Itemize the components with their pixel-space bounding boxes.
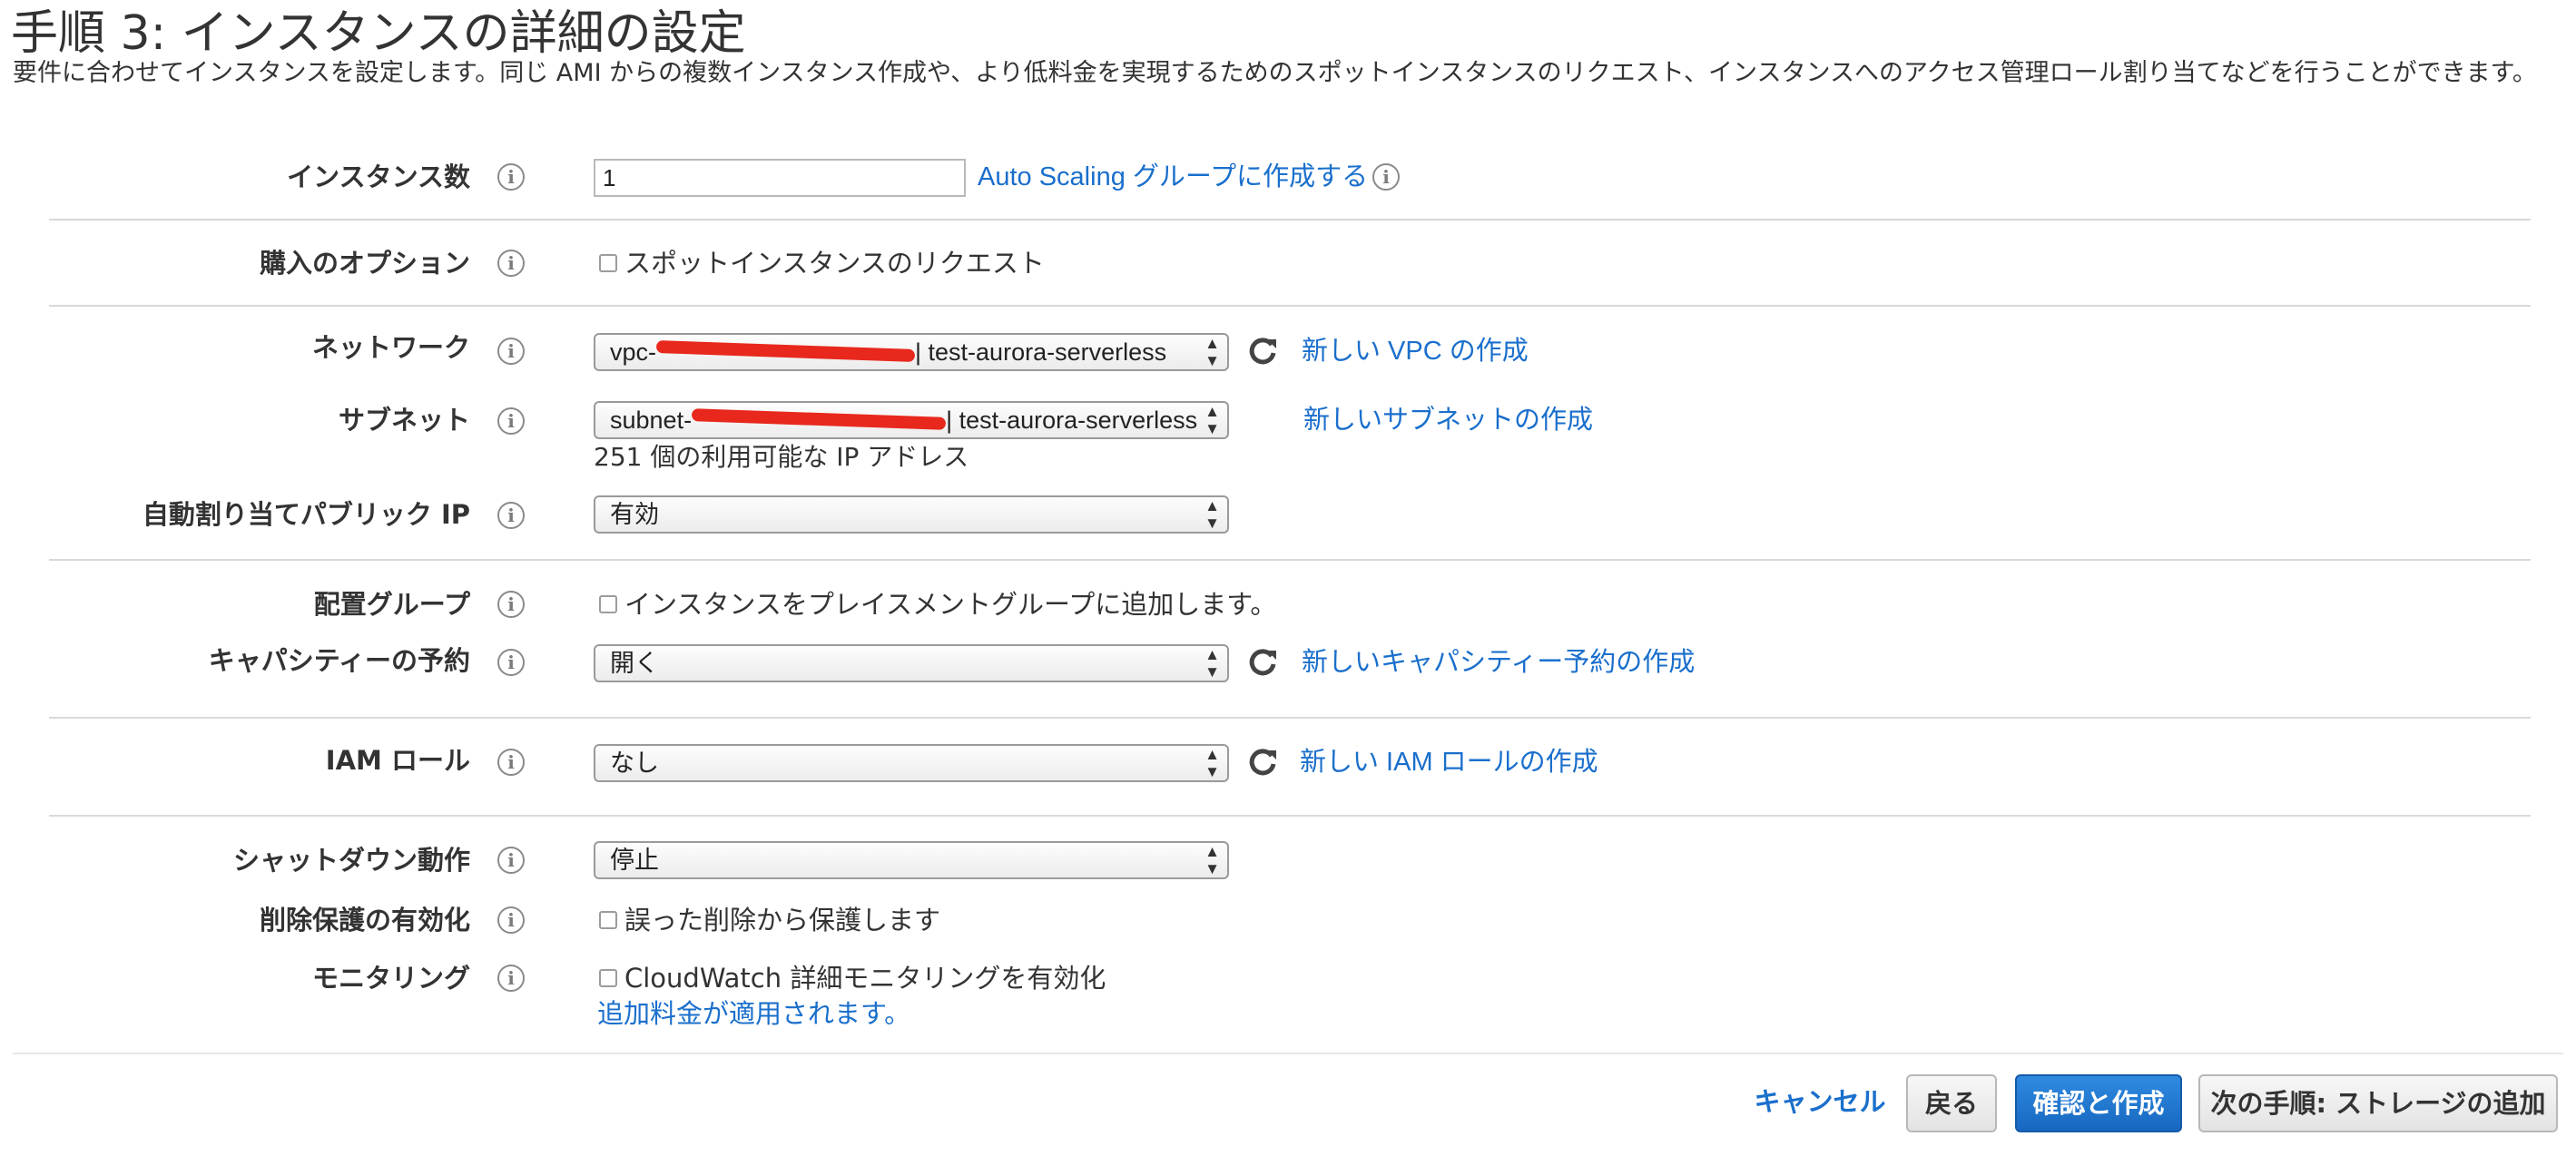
monitoring-checkbox[interactable] [599, 969, 617, 987]
subnet-select-suffix: | test-aurora-serverless [946, 407, 1198, 434]
select-arrows-icon: ▲ ▼ [1204, 403, 1220, 437]
next-add-storage-button[interactable]: 次の手順: ストレージの追加 [2198, 1074, 2558, 1132]
info-icon[interactable]: i [1372, 163, 1400, 191]
network-select-suffix: | test-aurora-serverless [915, 338, 1167, 366]
subnet-label: サブネット [338, 405, 470, 436]
select-arrows-icon: ▲ ▼ [1204, 497, 1220, 532]
divider [49, 219, 2531, 220]
create-capacity-reservation-link[interactable]: 新しいキャパシティー予約の作成 [1302, 635, 1695, 690]
select-arrows-icon: ▲ ▼ [1204, 646, 1220, 681]
available-ips-text: 251 個の利用可能な IP アドレス [594, 442, 969, 472]
row-placement-group: 配置グループ i インスタンスをプレイスメントグループに追加します。 [0, 577, 2576, 632]
placement-group-checkbox-label[interactable]: インスタンスをプレイスメントグループに追加します。 [624, 577, 1276, 632]
create-iam-role-link[interactable]: 新しい IAM ロールの作成 [1300, 735, 1598, 789]
row-purchase-option: 購入のオプション i スポットインスタンスのリクエスト [0, 236, 2576, 290]
select-arrows-icon: ▲ ▼ [1204, 843, 1220, 877]
create-vpc-link[interactable]: 新しい VPC の作成 [1302, 324, 1529, 378]
termination-protection-checkbox-label[interactable]: 誤った削除から保護します [624, 893, 940, 947]
iam-role-label: IAM ロール [325, 745, 470, 776]
info-icon[interactable]: i [497, 649, 525, 676]
back-button[interactable]: 戻る [1906, 1074, 1997, 1132]
shutdown-behavior-select-value: 停止 [610, 847, 659, 874]
info-icon[interactable]: i [497, 502, 525, 529]
monitoring-label: モニタリング [311, 963, 470, 994]
public-ip-select-value: 有効 [610, 501, 659, 528]
refresh-icon[interactable] [1247, 336, 1278, 367]
instance-count-label: インスタンス数 [287, 162, 470, 192]
capacity-reservation-label: キャパシティーの予約 [208, 645, 470, 676]
purchase-option-label: 購入のオプション [259, 248, 470, 279]
row-monitoring: モニタリング i CloudWatch 詳細モニタリングを有効化 追加料金が適用… [0, 951, 2576, 1033]
public-ip-select[interactable]: 有効 ▲ ▼ [594, 495, 1229, 534]
select-arrows-icon: ▲ ▼ [1204, 746, 1220, 780]
redaction-mark [691, 407, 947, 430]
capacity-reservation-select[interactable]: 開く ▲ ▼ [594, 644, 1229, 682]
row-network: ネットワーク i vpc- | test-aurora-serverless ▲ ▼… [0, 324, 2576, 378]
info-icon[interactable]: i [497, 407, 525, 435]
info-icon[interactable]: i [497, 847, 525, 874]
iam-role-select[interactable]: なし ▲ ▼ [594, 744, 1229, 782]
divider [49, 717, 2531, 719]
info-icon[interactable]: i [497, 749, 525, 776]
subnet-select-prefix: subnet- [610, 407, 693, 434]
refresh-icon[interactable] [1247, 647, 1278, 678]
subnet-select[interactable]: subnet- | test-aurora-serverless ▲ ▼ [594, 401, 1229, 439]
termination-protection-checkbox[interactable] [599, 911, 617, 929]
page-description: 要件に合わせてインスタンスを設定します。同じ AMI からの複数インスタンス作成… [13, 59, 2537, 87]
row-instance-count: インスタンス数 i Auto Scaling グループに作成する i [0, 150, 2576, 204]
info-icon[interactable]: i [497, 965, 525, 992]
divider [49, 305, 2531, 307]
info-icon[interactable]: i [497, 906, 525, 934]
info-icon[interactable]: i [497, 250, 525, 277]
refresh-icon[interactable] [1247, 747, 1278, 778]
auto-scaling-link[interactable]: Auto Scaling グループに作成する [978, 150, 1368, 204]
shutdown-behavior-select[interactable]: 停止 ▲ ▼ [594, 841, 1229, 879]
termination-protection-label: 削除保護の有効化 [259, 905, 470, 936]
network-select-prefix: vpc- [610, 338, 657, 366]
public-ip-label: 自動割り当てパブリック IP [142, 499, 470, 530]
capacity-reservation-select-value: 開く [610, 650, 659, 677]
create-subnet-link[interactable]: 新しいサブネットの作成 [1303, 394, 1593, 446]
row-public-ip: 自動割り当てパブリック IP i 有効 ▲ ▼ [0, 488, 2576, 543]
select-arrows-icon: ▲ ▼ [1204, 335, 1220, 369]
review-and-launch-button[interactable]: 確認と作成 [2015, 1074, 2182, 1132]
spot-request-checkbox-label[interactable]: スポットインスタンスのリクエスト [624, 236, 1045, 290]
row-iam-role: IAM ロール i なし ▲ ▼ 新しい IAM ロールの作成 [0, 735, 2576, 789]
row-capacity-reservation: キャパシティーの予約 i 開く ▲ ▼ 新しいキャパシティー予約の作成 [0, 635, 2576, 690]
divider [49, 815, 2531, 817]
shutdown-behavior-label: シャットダウン動作 [232, 845, 470, 876]
row-shutdown-behavior: シャットダウン動作 i 停止 ▲ ▼ [0, 833, 2576, 887]
instance-count-input[interactable] [594, 159, 966, 197]
network-label: ネットワーク [311, 332, 470, 363]
additional-charges-link[interactable]: 追加料金が適用されます。 [597, 987, 910, 1042]
row-termination-protection: 削除保護の有効化 i 誤った削除から保護します [0, 893, 2576, 947]
divider [49, 559, 2531, 561]
placement-group-checkbox[interactable] [599, 595, 617, 613]
info-icon[interactable]: i [497, 163, 525, 191]
cancel-button[interactable]: キャンセル [1754, 1074, 1886, 1132]
spot-request-checkbox[interactable] [599, 254, 617, 272]
iam-role-select-value: なし [610, 749, 659, 777]
row-subnet: サブネット i subnet- | test-aurora-serverless … [0, 394, 2576, 472]
info-icon[interactable]: i [497, 591, 525, 618]
footer-divider [13, 1053, 2563, 1054]
placement-group-label: 配置グループ [313, 589, 470, 620]
redaction-mark [655, 339, 916, 362]
network-select[interactable]: vpc- | test-aurora-serverless ▲ ▼ [594, 333, 1229, 371]
info-icon[interactable]: i [497, 338, 525, 365]
